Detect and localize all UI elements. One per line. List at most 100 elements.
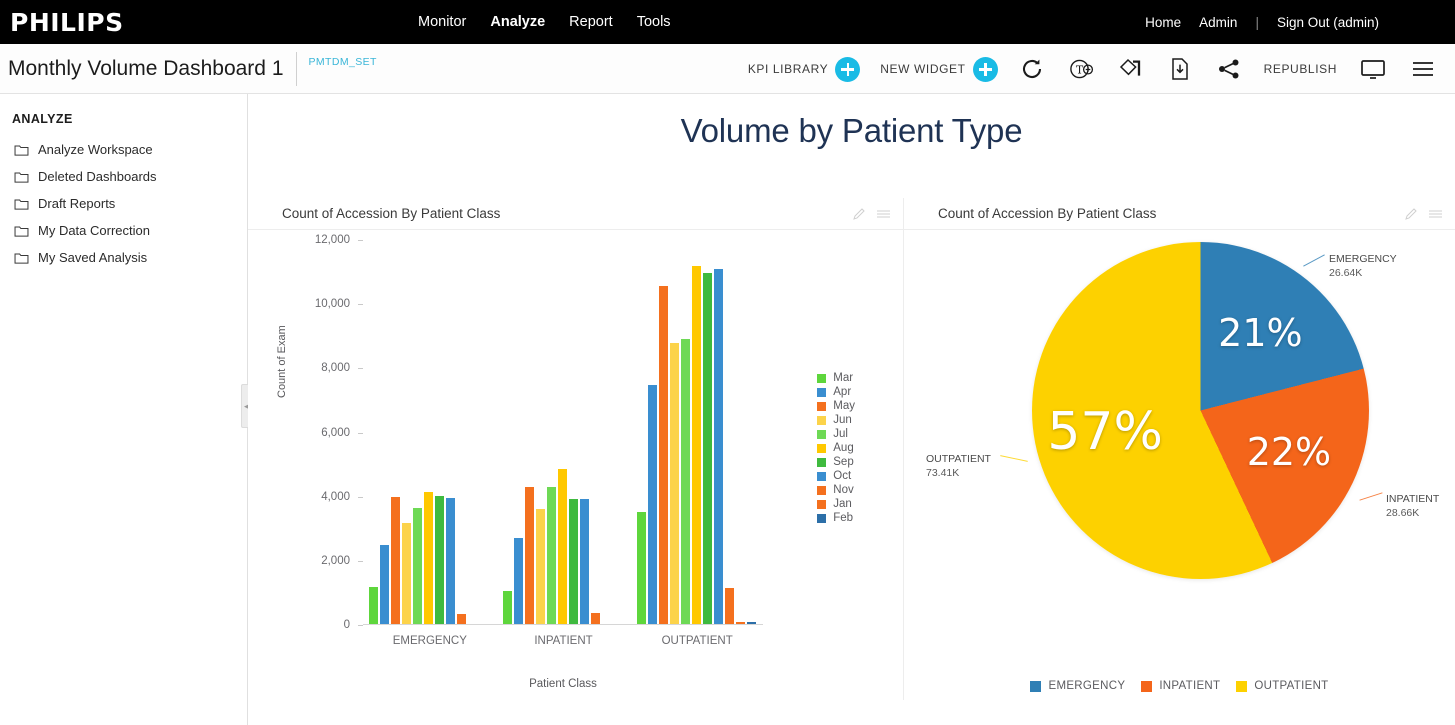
sidebar-item-deleted-dashboards[interactable]: Deleted Dashboards <box>0 163 247 190</box>
legend-swatch <box>817 444 826 453</box>
legend-item[interactable]: Sep <box>817 456 855 468</box>
legend-item[interactable]: Nov <box>817 484 855 496</box>
bar[interactable] <box>637 512 646 624</box>
pie-slice-value: 73.41K <box>926 466 991 480</box>
pie-slice-label: INPATIENT <box>1386 492 1439 506</box>
bar[interactable] <box>681 339 690 624</box>
refresh-button[interactable] <box>1008 57 1056 81</box>
legend-item[interactable]: May <box>817 400 855 412</box>
bar-chart-legend: Mar Apr May Jun Jul Aug Sep Oct Nov Jan Feb <box>817 372 855 524</box>
bar[interactable] <box>648 385 657 624</box>
bar[interactable] <box>747 622 756 624</box>
dashboard-toolbar: Monthly Volume Dashboard 1 PMTDM_SET KPI… <box>0 44 1455 94</box>
kpi-library-button[interactable]: KPI LIBRARY <box>738 57 870 82</box>
widget-menu-icon[interactable] <box>1428 207 1443 221</box>
legend-label: Nov <box>833 484 853 496</box>
menu-button[interactable] <box>1399 59 1447 79</box>
legend-label: INPATIENT <box>1159 680 1220 692</box>
add-text-icon: T <box>1068 56 1094 82</box>
share-button[interactable] <box>1204 57 1254 81</box>
y-axis-tick <box>358 368 363 369</box>
legend-item[interactable]: Aug <box>817 442 855 454</box>
presentation-mode-button[interactable] <box>1347 57 1399 81</box>
bar[interactable] <box>457 614 466 624</box>
bar[interactable] <box>446 498 455 624</box>
pie-slice-value: 26.64K <box>1329 266 1397 280</box>
legend-item[interactable]: Oct <box>817 470 855 482</box>
bar[interactable] <box>569 499 578 624</box>
bar[interactable] <box>402 523 411 624</box>
bar[interactable] <box>547 487 556 624</box>
bar[interactable] <box>435 496 444 624</box>
bar[interactable] <box>591 613 600 624</box>
pie-slice-percent: 22% <box>1247 430 1331 474</box>
sidebar-item-draft-reports[interactable]: Draft Reports <box>0 190 247 217</box>
plus-icon[interactable] <box>835 57 860 82</box>
dashboard-title: Monthly Volume Dashboard 1 <box>0 57 284 81</box>
bar[interactable] <box>514 538 523 624</box>
pie-slice-percent: 21% <box>1218 311 1302 355</box>
edit-pencil-icon[interactable] <box>1404 207 1418 221</box>
bar[interactable] <box>714 269 723 624</box>
edit-pencil-icon[interactable] <box>852 207 866 221</box>
bar[interactable] <box>503 591 512 624</box>
pie-slice-callout: EMERGENCY26.64K <box>1329 252 1397 280</box>
bar[interactable] <box>580 499 589 624</box>
legend-label: OUTPATIENT <box>1254 680 1328 692</box>
bar[interactable] <box>670 343 679 624</box>
bar[interactable] <box>659 286 668 624</box>
legend-item[interactable]: INPATIENT <box>1141 680 1220 692</box>
folder-icon <box>14 252 29 264</box>
legend-swatch <box>817 430 826 439</box>
y-axis-tick <box>358 240 363 241</box>
y-axis-tick-label: 2,000 <box>321 555 350 567</box>
sign-out-link[interactable]: Sign Out (admin) <box>1277 15 1379 30</box>
dataset-label[interactable]: PMTDM_SET <box>309 56 377 68</box>
bar[interactable] <box>736 622 745 624</box>
admin-link[interactable]: Admin <box>1199 15 1237 30</box>
legend-item[interactable]: Mar <box>817 372 855 384</box>
widget-pie-chart: Count of Accession By Patient Class 21%2… <box>904 198 1455 700</box>
bar[interactable] <box>369 587 378 624</box>
legend-item[interactable]: EMERGENCY <box>1030 680 1125 692</box>
bar[interactable] <box>413 508 422 624</box>
sidebar-header: ANALYZE <box>0 106 247 136</box>
add-shape-button[interactable] <box>1106 56 1156 82</box>
bar[interactable] <box>424 492 433 624</box>
sidebar-item-my-data-correction[interactable]: My Data Correction <box>0 217 247 244</box>
philips-logo: PHILIPS <box>0 8 124 37</box>
legend-label: Jul <box>833 428 848 440</box>
republish-button[interactable]: REPUBLISH <box>1254 62 1347 76</box>
legend-item[interactable]: Apr <box>817 386 855 398</box>
widget-menu-icon[interactable] <box>876 207 891 221</box>
bar[interactable] <box>692 266 701 624</box>
bar[interactable] <box>558 469 567 624</box>
nav-monitor[interactable]: Monitor <box>418 14 466 30</box>
legend-item[interactable]: Jul <box>817 428 855 440</box>
plus-icon[interactable] <box>973 57 998 82</box>
legend-label: Oct <box>833 470 851 482</box>
bar[interactable] <box>525 487 534 624</box>
download-button[interactable] <box>1156 56 1204 82</box>
new-widget-button[interactable]: NEW WIDGET <box>870 57 1007 82</box>
bar[interactable] <box>536 509 545 625</box>
bar[interactable] <box>391 497 400 624</box>
nav-report[interactable]: Report <box>569 14 613 30</box>
legend-item[interactable]: Jan <box>817 498 855 510</box>
sidebar-item-my-saved-analysis[interactable]: My Saved Analysis <box>0 244 247 271</box>
nav-analyze[interactable]: Analyze <box>490 14 545 30</box>
x-axis-category-label: EMERGENCY <box>393 635 467 647</box>
legend-swatch <box>817 388 826 397</box>
legend-item[interactable]: Feb <box>817 512 855 524</box>
bar[interactable] <box>703 273 712 624</box>
legend-item[interactable]: Jun <box>817 414 855 426</box>
legend-item[interactable]: OUTPATIENT <box>1236 680 1328 692</box>
folder-icon <box>14 225 29 237</box>
home-link[interactable]: Home <box>1145 15 1181 30</box>
add-text-button[interactable]: T <box>1056 56 1106 82</box>
bar[interactable] <box>380 545 389 624</box>
nav-tools[interactable]: Tools <box>637 14 671 30</box>
widget-bar-chart: Count of Accession By Patient Class Coun… <box>248 198 904 700</box>
sidebar-item-analyze-workspace[interactable]: Analyze Workspace <box>0 136 247 163</box>
bar[interactable] <box>725 588 734 624</box>
